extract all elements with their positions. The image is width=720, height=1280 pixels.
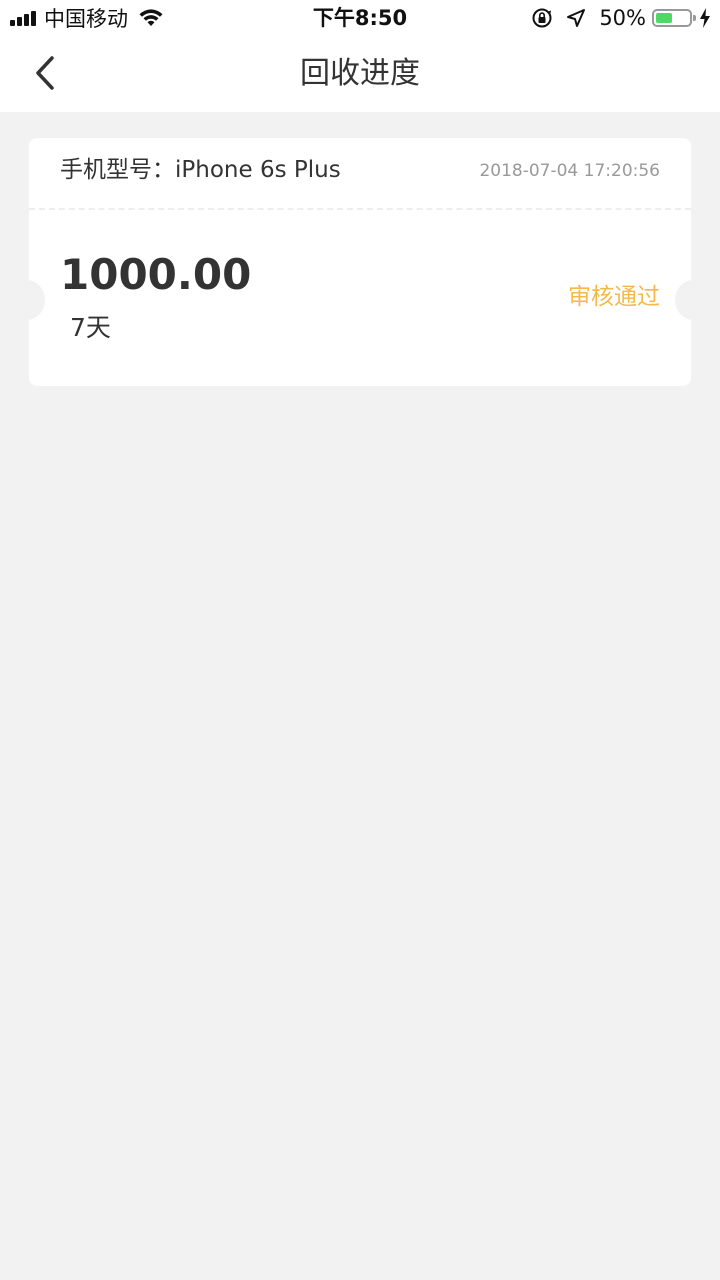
charging-icon: [700, 8, 710, 28]
status-bar-right: 50%: [531, 5, 712, 31]
battery-percent: 50%: [599, 6, 646, 30]
recycle-amount: 1000.00: [60, 250, 252, 299]
status-badge: 审核通过: [568, 284, 660, 310]
orientation-lock-icon: [532, 8, 552, 28]
ticket-notch-right: [675, 280, 711, 320]
order-card[interactable]: 手机型号：iPhone 6s Plus 2018-07-04 17:20:56 …: [9, 138, 711, 386]
status-bar: 中国移动 下午8:50 50%: [0, 0, 720, 36]
page-title: 回收进度: [300, 56, 420, 91]
location-icon: [567, 9, 586, 27]
card-header: 手机型号：iPhone 6s Plus 2018-07-04 17:20:56: [29, 138, 691, 210]
model-label: 手机型号：iPhone 6s Plus: [60, 157, 341, 183]
nav-bar: 回收进度: [0, 36, 720, 112]
battery-icon: [652, 9, 696, 27]
ticket-notch-left: [9, 280, 45, 320]
order-timestamp: 2018-07-04 17:20:56: [479, 161, 660, 181]
recycle-duration: 7天: [70, 313, 111, 342]
